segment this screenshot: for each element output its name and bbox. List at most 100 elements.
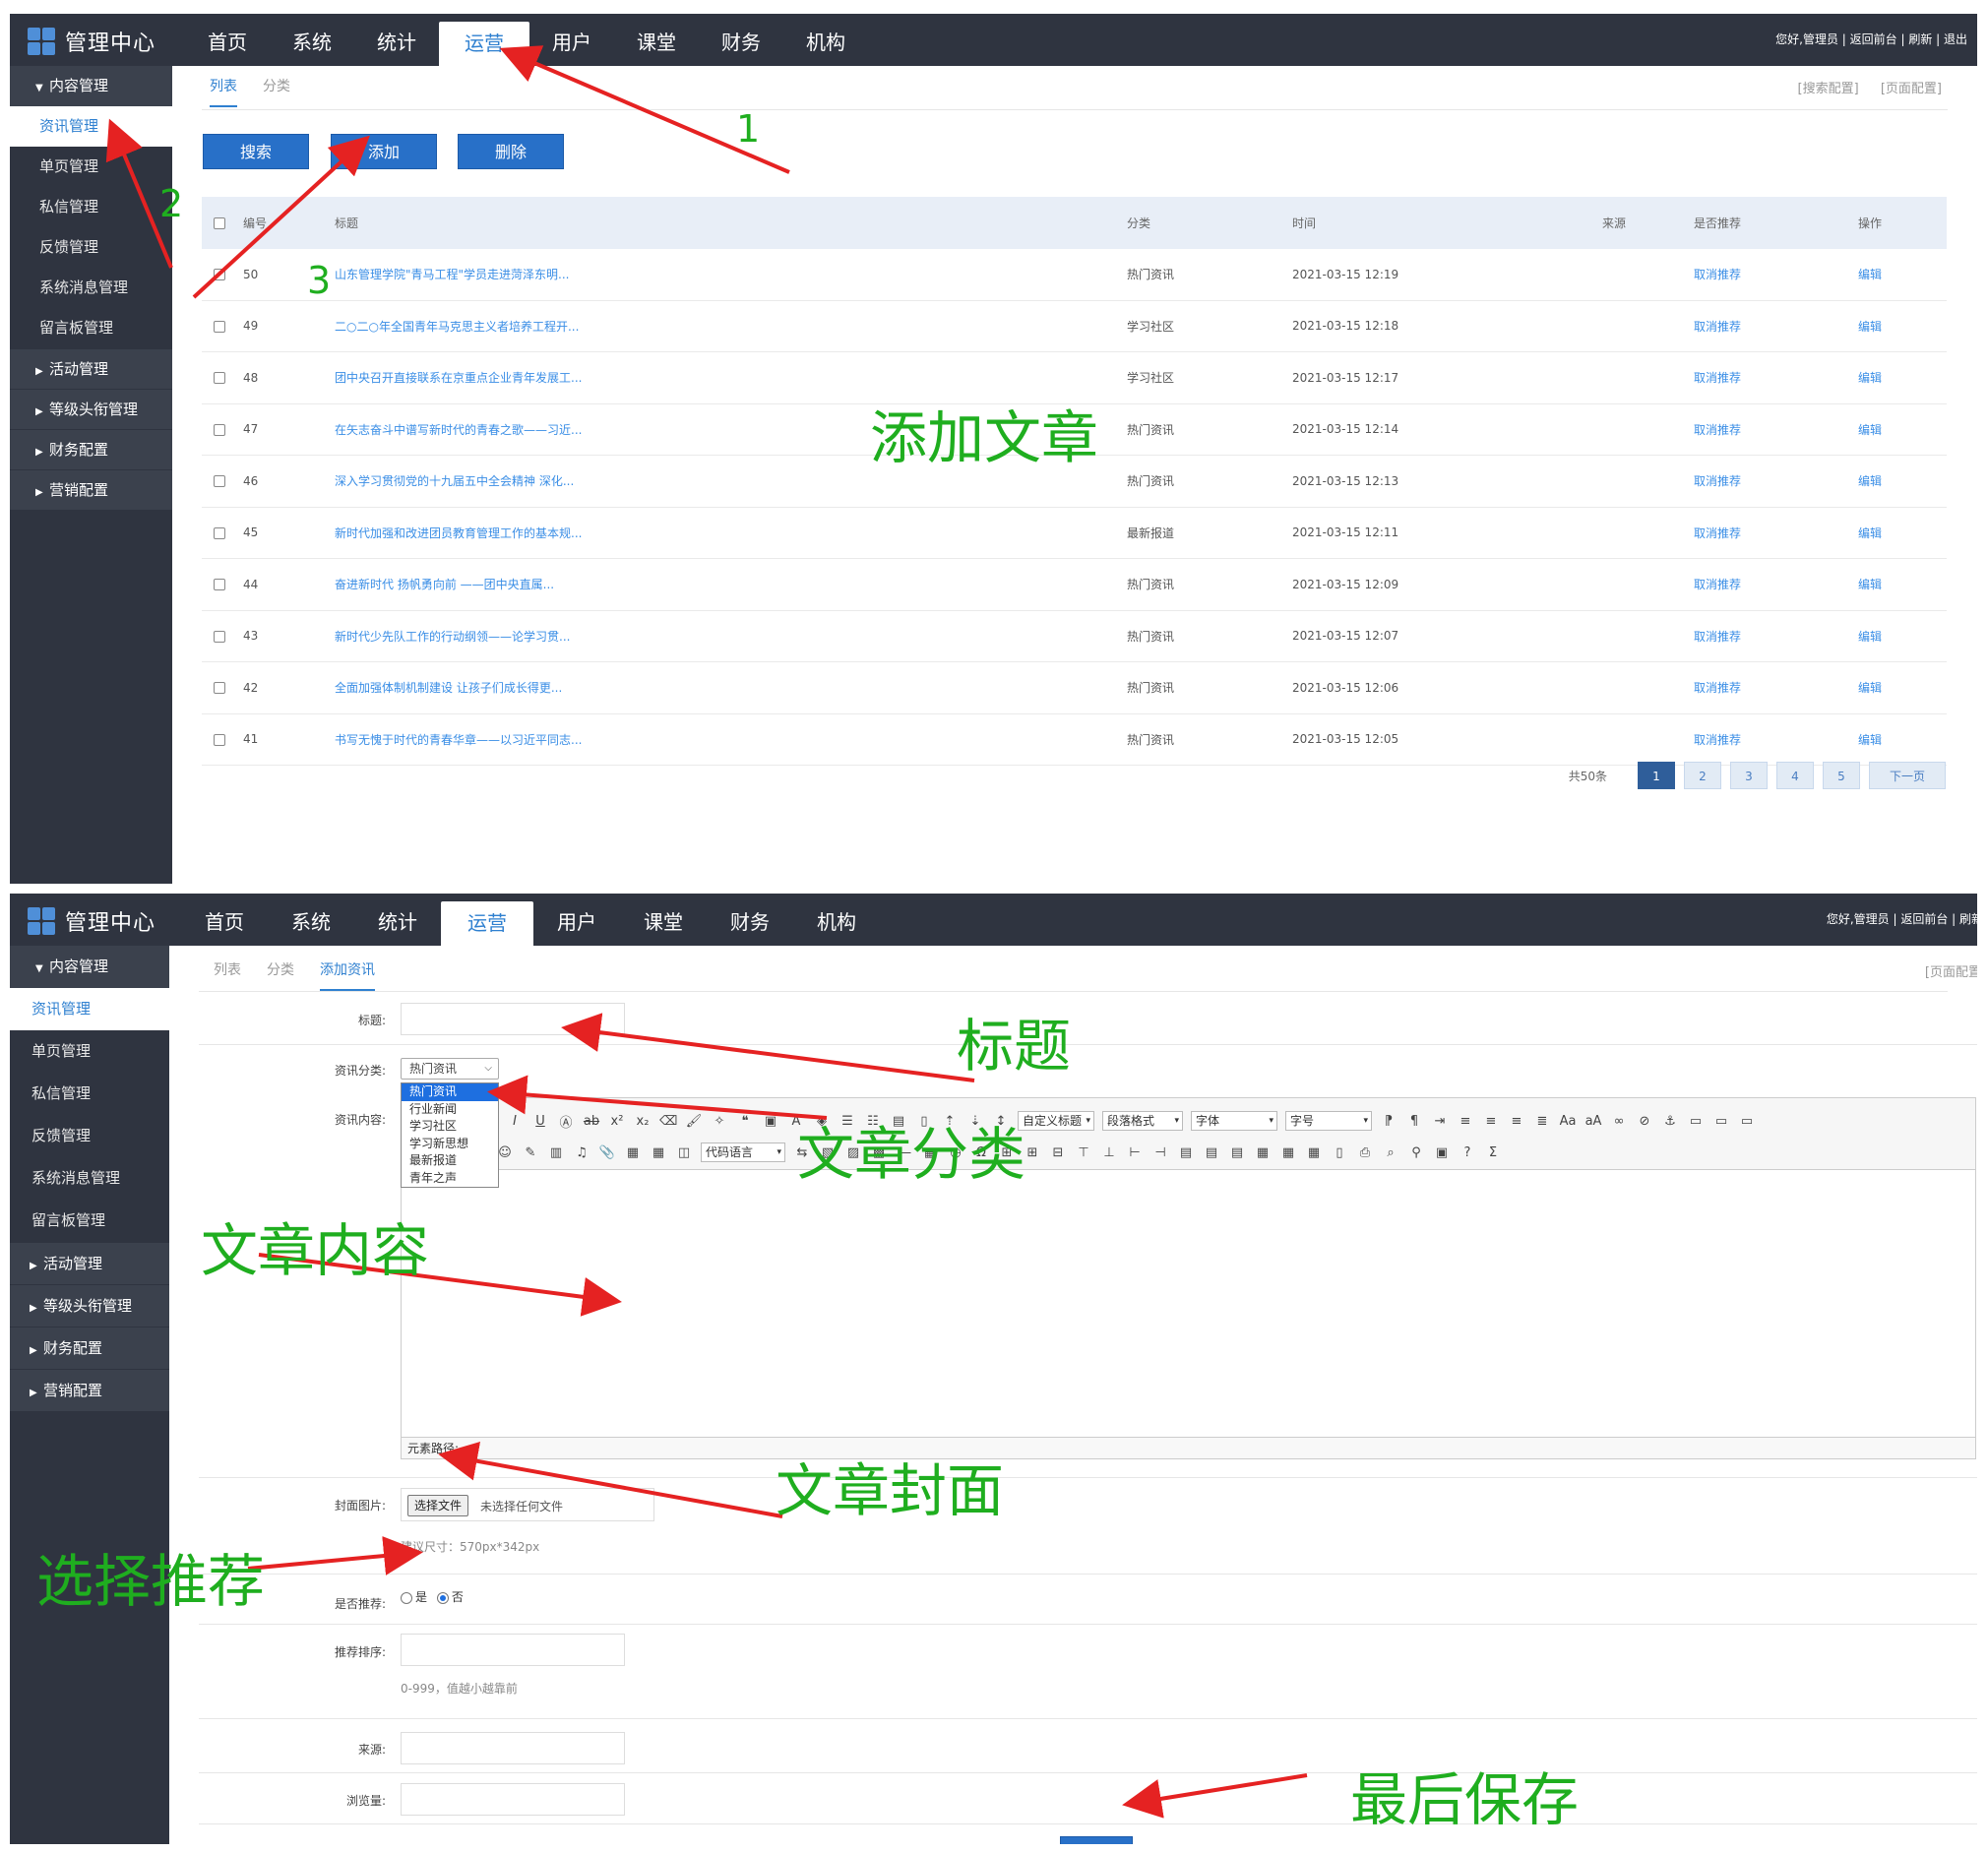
row-checkbox[interactable] bbox=[214, 526, 225, 539]
anchor-icon[interactable]: ⚓ bbox=[1661, 1114, 1679, 1129]
sidebar-item-messages[interactable]: 私信管理 bbox=[10, 187, 172, 227]
split-cells-icon[interactable]: ▦ bbox=[1254, 1145, 1272, 1160]
nav-finance[interactable]: 财务 bbox=[699, 14, 783, 66]
delete-row-icon[interactable]: ⊥ bbox=[1100, 1145, 1118, 1160]
page-2[interactable]: 2 bbox=[1684, 762, 1721, 789]
logo[interactable]: 管理中心 bbox=[28, 905, 155, 937]
row-unrecommend-link[interactable]: 取消推荐 bbox=[1694, 266, 1858, 282]
lowercase-icon[interactable]: aA bbox=[1584, 1114, 1602, 1129]
row-unrecommend-link[interactable]: 取消推荐 bbox=[1694, 679, 1858, 696]
row-edit-link[interactable]: 编辑 bbox=[1858, 576, 1947, 592]
row-checkbox[interactable] bbox=[214, 372, 225, 385]
quote-icon[interactable]: ❝ bbox=[736, 1114, 754, 1129]
row-edit-link[interactable]: 编辑 bbox=[1858, 266, 1947, 282]
nav-finance[interactable]: 财务 bbox=[707, 894, 793, 946]
row-edit-link[interactable]: 编辑 bbox=[1858, 369, 1947, 386]
superscript-icon[interactable]: x² bbox=[608, 1114, 626, 1129]
nav-institution[interactable]: 机构 bbox=[793, 894, 880, 946]
drafts-icon[interactable]: ▯ bbox=[1331, 1145, 1348, 1160]
rtl-icon[interactable]: ¶ bbox=[1405, 1114, 1423, 1129]
row-edit-link[interactable]: 编辑 bbox=[1858, 628, 1947, 645]
page-config-link[interactable]: [页面配置] bbox=[1881, 82, 1942, 96]
code-language-select[interactable]: 代码语言 ▾ bbox=[701, 1143, 785, 1162]
sidebar-group-content[interactable]: ▼ 内容管理 bbox=[10, 66, 172, 106]
add-button[interactable]: 添加 bbox=[331, 134, 437, 169]
user-links[interactable]: 您好,管理员 | 返回前台 | 刷新 bbox=[1827, 910, 1977, 927]
tab-category[interactable]: 分类 bbox=[267, 959, 294, 991]
row-checkbox[interactable] bbox=[214, 579, 225, 591]
merge-cells-icon[interactable]: ▤ bbox=[1177, 1145, 1195, 1160]
page-3[interactable]: 3 bbox=[1730, 762, 1768, 789]
row-checkbox[interactable] bbox=[214, 630, 225, 643]
nav-stats[interactable]: 统计 bbox=[354, 14, 439, 66]
sigma-icon[interactable]: Σ bbox=[1484, 1145, 1502, 1160]
attachment-icon[interactable]: ▥ bbox=[547, 1145, 565, 1160]
paragraph-format-select[interactable]: 段落格式 ▾ bbox=[1102, 1111, 1183, 1131]
source-input[interactable] bbox=[401, 1732, 625, 1764]
split-cols-icon[interactable]: ▦ bbox=[1305, 1145, 1323, 1160]
row-unrecommend-link[interactable]: 取消推荐 bbox=[1694, 369, 1858, 386]
nav-operation[interactable]: 运营 bbox=[439, 22, 529, 66]
category-option[interactable]: 最新报道 bbox=[402, 1152, 498, 1170]
row-title-link[interactable]: 新时代加强和改进团员教育管理工作的基本规... bbox=[335, 525, 1127, 541]
strikethrough-icon[interactable]: ab bbox=[583, 1114, 600, 1129]
row-unrecommend-link[interactable]: 取消推荐 bbox=[1694, 576, 1858, 592]
sidebar-item-guestbook[interactable]: 留言板管理 bbox=[10, 308, 172, 348]
nav-users[interactable]: 用户 bbox=[529, 14, 614, 66]
italic-icon[interactable]: I bbox=[506, 1114, 524, 1129]
insert-row-icon[interactable]: ⊤ bbox=[1075, 1145, 1092, 1160]
underline-icon[interactable]: U bbox=[531, 1114, 549, 1129]
row-unrecommend-link[interactable]: 取消推荐 bbox=[1694, 421, 1858, 438]
help-icon[interactable]: ? bbox=[1459, 1145, 1476, 1160]
row-unrecommend-link[interactable]: 取消推荐 bbox=[1694, 731, 1858, 748]
row-title-link[interactable]: 山东管理学院"青马工程"学员走进菏泽东明... bbox=[335, 266, 1127, 282]
map-icon[interactable]: ▦ bbox=[624, 1145, 642, 1160]
row-unrecommend-link[interactable]: 取消推荐 bbox=[1694, 472, 1858, 489]
row-title-link[interactable]: 全面加强体制机制建设 让孩子们成长得更... bbox=[335, 679, 1127, 696]
row-checkbox[interactable] bbox=[214, 320, 225, 333]
wordimage-icon[interactable]: ▣ bbox=[1433, 1145, 1451, 1160]
font-border-icon[interactable]: Ⓐ bbox=[557, 1112, 575, 1131]
align-justify-icon[interactable]: ≣ bbox=[1533, 1114, 1551, 1129]
recommend-no-radio[interactable] bbox=[436, 1591, 449, 1604]
sidebar-item-guestbook[interactable]: 留言板管理 bbox=[10, 1200, 169, 1242]
sidebar-item-pages[interactable]: 单页管理 bbox=[10, 1030, 169, 1073]
sidebar-group-activity[interactable]: ▶ 活动管理 bbox=[10, 348, 172, 389]
row-edit-link[interactable]: 编辑 bbox=[1858, 525, 1947, 541]
sidebar-item-news[interactable]: 资讯管理 bbox=[10, 106, 172, 147]
font-family-select[interactable]: 字体 ▾ bbox=[1191, 1111, 1277, 1131]
category-option[interactable]: 学习社区 bbox=[402, 1118, 498, 1136]
nav-operation[interactable]: 运营 bbox=[441, 901, 533, 946]
sidebar-group-level[interactable]: ▶ 等级头衔管理 bbox=[10, 389, 172, 429]
row-title-link[interactable]: 深入学习贯彻党的十九届五中全会精神 深化... bbox=[335, 472, 1127, 489]
iframe-icon[interactable]: ◫ bbox=[675, 1145, 693, 1160]
eraser-icon[interactable]: ⌫ bbox=[659, 1114, 677, 1129]
subscript-icon[interactable]: x₂ bbox=[634, 1114, 652, 1129]
category-option[interactable]: 青年之声 bbox=[402, 1170, 498, 1188]
unlink-icon[interactable]: ⊘ bbox=[1636, 1114, 1653, 1129]
row-title-link[interactable]: 团中央召开直接联系在京重点企业青年发展工... bbox=[335, 369, 1127, 386]
nav-system[interactable]: 系统 bbox=[268, 894, 354, 946]
category-option[interactable]: 学习新思想 bbox=[402, 1136, 498, 1153]
row-title-link[interactable]: 书写无愧于时代的青春华章——以习近平同志... bbox=[335, 731, 1127, 748]
sidebar-item-news[interactable]: 资讯管理 bbox=[10, 988, 169, 1030]
row-checkbox[interactable] bbox=[214, 733, 225, 746]
custom-heading-select[interactable]: 自定义标题 ▾ bbox=[1018, 1111, 1094, 1131]
user-links[interactable]: 您好,管理员 | 返回前台 | 刷新 | 退出 bbox=[1775, 31, 1967, 47]
sidebar-item-system-messages[interactable]: 系统消息管理 bbox=[10, 268, 172, 308]
row-edit-link[interactable]: 编辑 bbox=[1858, 318, 1947, 335]
title-input[interactable] bbox=[401, 1003, 625, 1035]
align-left-icon[interactable]: ≡ bbox=[1457, 1114, 1474, 1129]
page-4[interactable]: 4 bbox=[1776, 762, 1814, 789]
search-button[interactable]: 搜索 bbox=[203, 134, 309, 169]
image-right-icon[interactable]: ▭ bbox=[1738, 1114, 1756, 1129]
insert-col-icon[interactable]: ⊢ bbox=[1126, 1145, 1144, 1160]
music-icon[interactable]: ♫ bbox=[573, 1145, 590, 1160]
nav-classroom[interactable]: 课堂 bbox=[614, 14, 699, 66]
row-edit-link[interactable]: 编辑 bbox=[1858, 421, 1947, 438]
find-replace-icon[interactable]: ⚲ bbox=[1407, 1145, 1425, 1160]
sidebar-item-system-messages[interactable]: 系统消息管理 bbox=[10, 1157, 169, 1200]
page-5[interactable]: 5 bbox=[1823, 762, 1860, 789]
row-unrecommend-link[interactable]: 取消推荐 bbox=[1694, 318, 1858, 335]
sidebar-group-content[interactable]: ▼ 内容管理 bbox=[10, 946, 169, 988]
